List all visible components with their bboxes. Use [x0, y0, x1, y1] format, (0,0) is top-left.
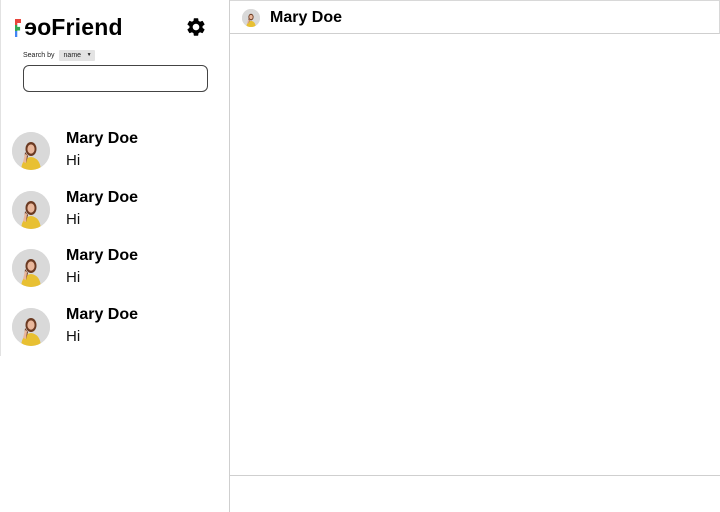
avatar-image [12, 307, 50, 346]
chat-last-message: Hi [66, 269, 81, 286]
conversation-header: Mary Doe [230, 0, 720, 34]
avatar-image [242, 9, 260, 27]
search-by-select[interactable]: name ▼ [58, 49, 95, 61]
chat-list-item[interactable]: Mary Doe Hi [0, 239, 229, 298]
avatar-image [12, 249, 50, 287]
settings-button[interactable] [184, 15, 208, 39]
avatar [12, 190, 50, 229]
chat-last-message: Hi [66, 327, 81, 345]
search-by-row: Search by name ▼ [23, 49, 95, 61]
chat-contact-name: Mary Doe [66, 188, 139, 206]
contact-avatar[interactable] [242, 9, 260, 27]
avatar [12, 307, 50, 346]
avatar-image [12, 190, 50, 229]
search-input[interactable] [23, 65, 208, 92]
logo-text: Friend [51, 14, 123, 40]
avatar [12, 132, 50, 170]
avatar [12, 249, 50, 287]
message-composer[interactable] [230, 475, 720, 512]
chat-list-item[interactable]: Mary Doe Hi [0, 122, 229, 181]
chat-contact-name: Mary Doe [66, 305, 139, 323]
search-by-label: Search by [23, 51, 55, 59]
chat-app: oe Friend Search by name ▼ Mary Doe Hi M… [0, 0, 720, 512]
avatar-image [12, 132, 50, 170]
chat-last-message: Hi [66, 152, 81, 169]
logo-mirrored-text: oe [24, 14, 52, 40]
chat-last-message: Hi [66, 210, 81, 228]
chat-list-item[interactable]: Mary Doe Hi [0, 297, 229, 356]
contact-name: Mary Doe [270, 9, 343, 26]
gear-icon [187, 18, 205, 36]
logo-f-mark [15, 19, 21, 37]
app-logo: oe Friend [15, 13, 123, 41]
search-by-value: name [63, 51, 82, 59]
sidebar: oe Friend Search by name ▼ Mary Doe Hi M… [0, 0, 230, 512]
chat-contact-name: Mary Doe [66, 130, 139, 147]
message-area [230, 34, 720, 475]
chat-list-item[interactable]: Mary Doe Hi [0, 180, 229, 239]
chat-list: Mary Doe Hi Mary Doe Hi Mary Doe Hi Mary… [0, 122, 229, 356]
sidebar-header: oe Friend Search by name ▼ [0, 0, 229, 122]
chevron-down-icon: ▼ [86, 52, 92, 58]
chat-contact-name: Mary Doe [66, 247, 139, 264]
